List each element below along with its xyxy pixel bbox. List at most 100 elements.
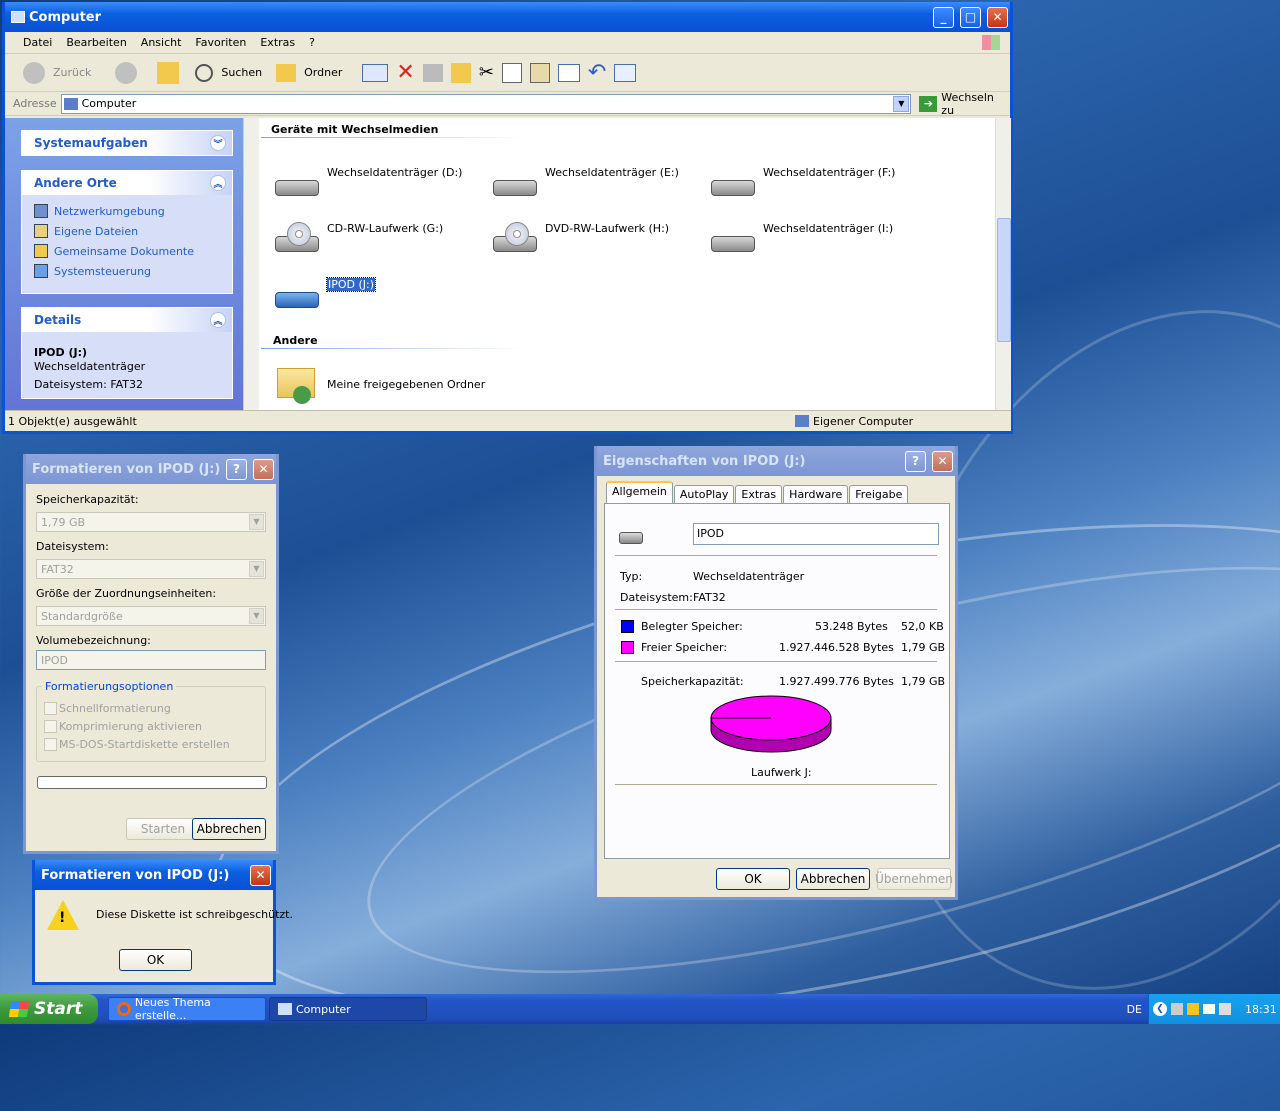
menu-favoriten[interactable]: Favoriten (188, 36, 253, 49)
folder-icon (34, 244, 48, 258)
print-icon[interactable] (422, 63, 443, 82)
drive-name-input[interactable]: IPOD (693, 523, 939, 545)
task-firefox[interactable]: Neues Thema erstelle... (108, 996, 266, 1022)
cancel-button[interactable]: Abbrechen (796, 868, 870, 890)
capacity-human: 1,79 GB (901, 675, 946, 688)
drive-h[interactable]: DVD-RW-Laufwerk (H:) (491, 222, 669, 256)
drive-i[interactable]: Wechseldatenträger (I:) (709, 222, 893, 256)
filesystem-select[interactable]: FAT32 ▼ (36, 559, 266, 579)
drive-f[interactable]: Wechseldatenträger (F:) (709, 166, 895, 200)
tab-extras[interactable]: Extras (735, 485, 783, 503)
cancel-button[interactable]: Abbrechen (192, 818, 266, 840)
computer-icon (795, 415, 809, 427)
link-network[interactable]: Netzwerkumgebung (22, 201, 232, 221)
drive-g[interactable]: CD-RW-Laufwerk (G:) (273, 222, 443, 256)
map-drive-icon[interactable] (614, 63, 637, 82)
drive-e[interactable]: Wechseldatenträger (E:) (491, 166, 679, 200)
network-tray-icon[interactable] (1171, 1003, 1183, 1015)
cut-icon[interactable]: ✂ (479, 62, 494, 83)
security-shield-icon[interactable] (1187, 1003, 1199, 1015)
menu-extras[interactable]: Extras (253, 36, 302, 49)
control-panel-icon (34, 264, 48, 278)
copy-icon[interactable] (501, 62, 522, 83)
mail-icon[interactable] (1203, 1004, 1215, 1014)
expand-icon[interactable]: ︾ (210, 135, 226, 151)
menu-help[interactable]: ? (302, 36, 322, 49)
back-button-label[interactable]: Zurück (53, 66, 91, 79)
views-icon[interactable] (362, 63, 389, 82)
drive-j-ipod[interactable]: IPOD (J:) (273, 277, 377, 312)
link-shared-documents[interactable]: Gemeinsame Dokumente (22, 241, 232, 261)
capacity-select[interactable]: 1,79 GB ▼ (36, 512, 266, 532)
free-color-swatch (621, 641, 634, 654)
address-input[interactable]: Computer ▼ (60, 93, 912, 114)
chevron-down-icon[interactable]: ▼ (893, 95, 910, 112)
close-button[interactable]: ✕ (253, 458, 274, 480)
search-button-label[interactable]: Suchen (221, 66, 262, 79)
task-computer[interactable]: Computer (269, 997, 427, 1021)
language-indicator[interactable]: DE (1127, 1003, 1142, 1016)
capacity-label: Speicherkapazität: (36, 493, 139, 506)
forward-icon[interactable] (115, 61, 138, 84)
removable-drive-icon (491, 166, 539, 200)
clock[interactable]: 18:31 (1245, 1003, 1277, 1016)
menu-ansicht[interactable]: Ansicht (134, 36, 189, 49)
compress-checkbox[interactable] (44, 720, 57, 733)
toolbar: Zurück Suchen Ordner ✕ ✂ ↶ (5, 54, 1010, 92)
search-icon[interactable] (195, 63, 214, 82)
go-arrow-icon[interactable]: ➔ (919, 95, 938, 112)
close-button[interactable]: ✕ (987, 6, 1008, 28)
shared-folders[interactable]: Meine freigegebenen Ordner (273, 364, 485, 406)
status-bar: 1 Objekt(e) ausgewählt Eigener Computer (5, 410, 1011, 431)
content-scrollbar[interactable] (995, 118, 1011, 410)
link-my-documents[interactable]: Eigene Dateien (22, 221, 232, 241)
scroll-thumb[interactable] (997, 218, 1011, 342)
help-button[interactable]: ? (226, 458, 247, 480)
undo-icon[interactable]: ↶ (588, 60, 606, 85)
folder-up-icon[interactable] (450, 62, 471, 83)
close-button[interactable]: ✕ (932, 450, 953, 472)
alert-ok-button[interactable]: OK (119, 949, 192, 971)
tab-sharing[interactable]: Freigabe (849, 485, 909, 503)
tab-autoplay[interactable]: AutoPlay (673, 485, 735, 503)
alert-titlebar[interactable]: Formatieren von IPOD (J:) ✕ (35, 860, 273, 890)
folders-icon[interactable] (276, 63, 297, 82)
delete-icon[interactable]: ✕ (396, 60, 414, 85)
tab-hardware[interactable]: Hardware (783, 485, 849, 503)
link-control-panel[interactable]: Systemsteuerung (22, 261, 232, 281)
paste-icon[interactable] (529, 62, 550, 83)
ok-button[interactable]: OK (716, 868, 790, 890)
help-button[interactable]: ? (905, 450, 926, 472)
task-pane-scrollbar[interactable] (243, 118, 259, 410)
folders-button-label[interactable]: Ordner (304, 66, 342, 79)
properties-icon[interactable] (557, 63, 580, 82)
back-icon[interactable] (23, 61, 45, 84)
collapse-icon[interactable]: ︽ (210, 312, 226, 328)
quick-format-checkbox[interactable] (44, 702, 57, 715)
minimize-button[interactable]: _ (933, 6, 954, 28)
windows-logo-icon (982, 35, 1000, 50)
alloc-select[interactable]: Standardgröße ▼ (36, 606, 266, 626)
up-folder-icon[interactable] (157, 61, 180, 84)
explorer-titlebar[interactable]: Computer _ □ ✕ (5, 2, 1010, 32)
format-titlebar[interactable]: Formatieren von IPOD (J:) ? ✕ (26, 454, 276, 484)
volume-input[interactable]: IPOD (36, 650, 266, 670)
properties-titlebar[interactable]: Eigenschaften von IPOD (J:) ? ✕ (597, 446, 955, 476)
go-button[interactable]: Wechseln zu (941, 91, 1010, 117)
close-button[interactable]: ✕ (250, 864, 271, 886)
apply-button[interactable]: Übernehmen (875, 868, 953, 890)
volume-icon[interactable] (1219, 1003, 1231, 1015)
tray-expand-icon[interactable]: ❮ (1153, 1002, 1167, 1016)
start-button[interactable]: Starten (126, 818, 200, 840)
tab-general[interactable]: Allgemein (606, 481, 673, 503)
collapse-icon[interactable]: ︽ (210, 175, 226, 191)
maximize-button[interactable]: □ (960, 6, 981, 28)
system-tasks-header[interactable]: Systemaufgaben ︾ (22, 131, 232, 155)
details-header[interactable]: Details ︽ (22, 308, 232, 332)
menu-bearbeiten[interactable]: Bearbeiten (59, 36, 133, 49)
menu-datei[interactable]: Datei (5, 36, 59, 49)
msdos-checkbox[interactable] (44, 738, 57, 751)
start-button[interactable]: Start (0, 994, 98, 1024)
drive-d[interactable]: Wechseldatenträger (D:) (273, 166, 462, 200)
other-places-header[interactable]: Andere Orte ︽ (22, 171, 232, 195)
